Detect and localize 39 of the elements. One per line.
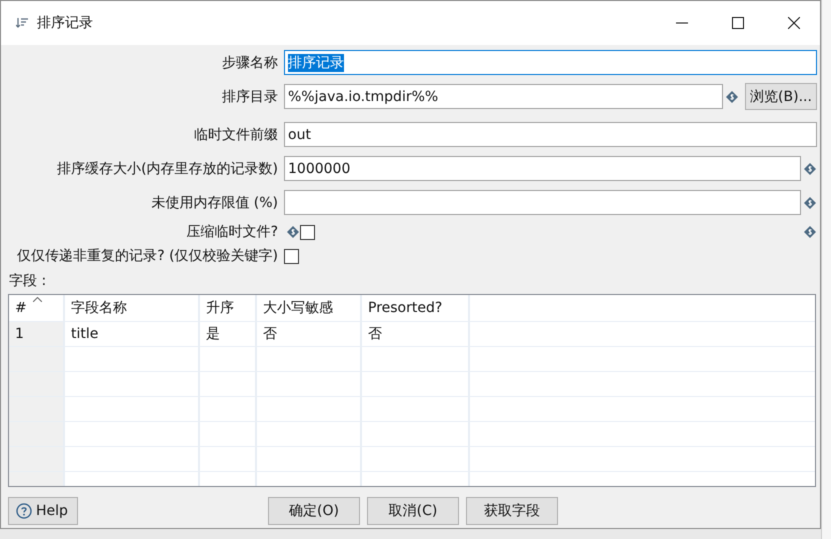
- dialog-button[interactable]: 确定(O): [268, 497, 360, 525]
- section-label: 字段 :: [8, 272, 48, 291]
- maximize-icon[interactable]: [732, 17, 744, 29]
- input-field[interactable]: [284, 190, 801, 215]
- field-label: 临时文件前缀: [193, 126, 279, 144]
- field-label: 仅仅传递非重复的记录? (仅仅校验关键字): [16, 247, 279, 265]
- column-header[interactable]: 大小写敏感: [257, 295, 362, 321]
- checkbox[interactable]: [284, 248, 299, 264]
- field-label: 排序目录: [221, 88, 279, 106]
- field-label: 排序缓存大小(内存里存放的记录数): [56, 160, 279, 178]
- dialog-button[interactable]: 获取字段: [466, 497, 558, 525]
- input-field[interactable]: 排序记录: [284, 50, 817, 75]
- table-cell: 是: [200, 322, 257, 346]
- table-cell: title: [65, 322, 200, 346]
- column-header[interactable]: 升序: [200, 295, 257, 321]
- sort-icon: [16, 18, 28, 28]
- field-value: %%java.io.tmpdir%%: [288, 88, 438, 104]
- field-value: 1000000: [288, 160, 350, 176]
- dialog-button[interactable]: 取消(C): [367, 497, 459, 525]
- field-value: out: [288, 126, 311, 142]
- help-button[interactable]: Help: [8, 497, 78, 525]
- caret-icon: [33, 297, 42, 302]
- table-cell: 否: [257, 322, 362, 346]
- table-cell: 1: [9, 322, 65, 346]
- help-icon: [16, 503, 32, 519]
- checkbox[interactable]: [300, 224, 315, 240]
- window-title: 排序记录: [37, 14, 93, 32]
- browse-button[interactable]: 浏览(B)...: [745, 83, 817, 110]
- column-header[interactable]: Presorted?: [362, 295, 470, 321]
- field-label: 压缩临时文件?: [186, 223, 279, 241]
- field-label: 步骤名称: [221, 54, 279, 72]
- field-label: 未使用内存限值 (%): [150, 194, 279, 212]
- input-field[interactable]: out: [284, 122, 817, 147]
- table-cell: 否: [362, 322, 470, 346]
- input-field[interactable]: 1000000: [284, 156, 801, 181]
- field-value: 排序记录: [288, 54, 344, 72]
- close-icon[interactable]: [788, 17, 800, 29]
- column-header[interactable]: 字段名称: [65, 295, 200, 321]
- input-field[interactable]: %%java.io.tmpdir%%: [284, 84, 723, 109]
